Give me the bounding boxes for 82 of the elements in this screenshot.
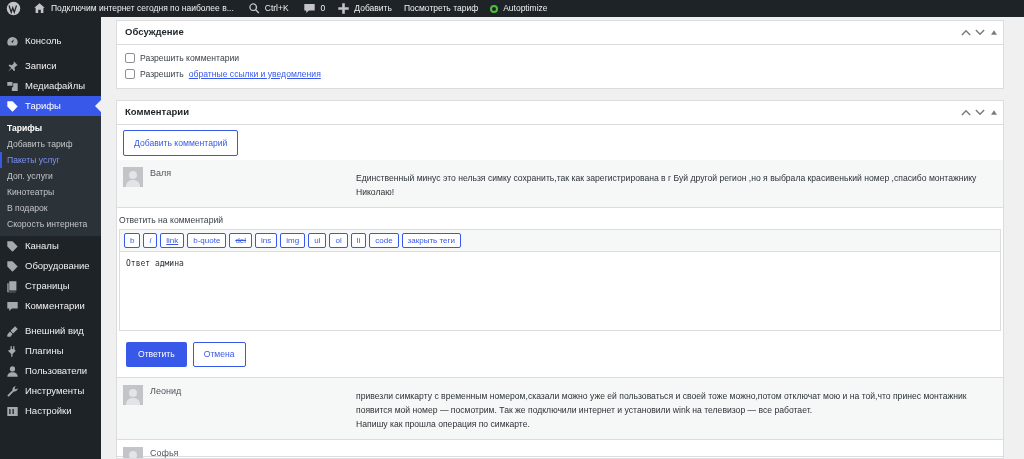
pages-icon — [6, 279, 19, 293]
panel-title: Обсуждение — [125, 25, 184, 40]
view-link[interactable]: Посмотреть тариф — [397, 2, 485, 15]
menu-item[interactable]: Медиафайлы — [0, 76, 101, 96]
tag-icon — [6, 259, 19, 273]
submenu-item[interactable]: В подарок — [0, 200, 101, 216]
chevron-up-icon[interactable] — [961, 29, 971, 36]
collapse-triangle-icon[interactable] — [991, 30, 997, 35]
site-home-link[interactable]: Подключим интернет сегодня по наиболее в... — [27, 2, 240, 15]
format-button[interactable]: i — [143, 233, 158, 249]
tag-icon — [6, 239, 19, 253]
add-new-link[interactable]: Добавить — [331, 2, 398, 15]
menu-item[interactable]: Комментарии — [0, 296, 101, 316]
reply-button[interactable]: Ответить — [126, 342, 187, 368]
format-button[interactable]: li — [350, 233, 367, 249]
menu-item[interactable]: Настройки — [0, 401, 101, 421]
chevron-down-icon[interactable] — [975, 29, 985, 36]
menu-item[interactable]: Оборудование — [0, 256, 101, 276]
submenu-item[interactable]: Пакеты услуг — [0, 152, 101, 168]
avatar-placeholder — [123, 167, 143, 188]
menu-item[interactable]: Консоль — [0, 31, 101, 51]
status-ring-icon — [490, 4, 499, 13]
comment-author: Валя — [150, 167, 173, 181]
comments-counter[interactable]: 0 — [296, 2, 332, 15]
media-icon — [6, 79, 19, 93]
menu-item[interactable]: Инструменты — [0, 381, 101, 401]
cancel-button[interactable]: Отмена — [192, 342, 246, 368]
wrench-icon — [6, 384, 19, 398]
comment-text: Напишу как прошла операция по симкарте. — [356, 418, 531, 432]
submenu-item[interactable]: Доп. услуги — [0, 168, 101, 184]
reply-form-title: Ответить на комментарий — [119, 214, 224, 228]
format-button[interactable]: закрыть теги — [401, 233, 461, 249]
tag-icon — [6, 99, 19, 113]
logo-icon[interactable] — [6, 1, 21, 16]
checkbox[interactable] — [125, 53, 135, 64]
search-shortcut[interactable]: Ctrl+K — [239, 2, 297, 15]
format-button[interactable]: b-quote — [187, 233, 227, 249]
checkbox[interactable] — [125, 69, 135, 80]
format-button[interactable]: b — [124, 233, 141, 249]
menu-item[interactable]: Пользователи — [0, 361, 101, 381]
menu-item[interactable]: Тарифы — [0, 96, 101, 116]
speech-bubble-icon — [302, 2, 316, 15]
settings-icon — [6, 404, 19, 418]
format-button[interactable]: img — [280, 233, 306, 249]
format-button[interactable]: ins — [255, 233, 278, 249]
chevron-down-icon[interactable] — [975, 108, 985, 116]
house-icon — [33, 2, 46, 15]
menu-item[interactable]: Каналы — [0, 236, 101, 256]
user-icon — [6, 364, 19, 378]
format-button[interactable]: del — [229, 233, 253, 249]
gauge-icon — [6, 34, 19, 48]
submenu-item[interactable]: Тарифы — [0, 120, 101, 136]
checkbox-label: Разрешить — [140, 67, 184, 81]
menu-item[interactable]: Страницы — [0, 276, 101, 296]
comment-text: привезли симкарту с временным номером,сказали можно уже ей пользоваться и своей тоже можно,потом отключат мою и на той,что принес монтажник появится мой номер — посмотрим. Так же подключили интернет и установили wink на телевизор — все работает. — [356, 390, 968, 418]
brush-icon — [6, 324, 19, 338]
reply-textarea[interactable]: Ответ админа — [119, 252, 1001, 332]
format-button[interactable]: ol — [329, 233, 348, 249]
menu-item[interactable]: Записи — [0, 56, 101, 76]
chevron-up-icon[interactable] — [961, 108, 971, 116]
submenu-item[interactable]: Кинотеатры — [0, 184, 101, 200]
plus-icon — [337, 2, 351, 15]
collapse-triangle-icon[interactable] — [991, 109, 997, 115]
submenu-item[interactable]: Скорость интернета — [0, 216, 101, 232]
search-icon — [247, 2, 261, 15]
autoptimize-link[interactable]: Autoptimize — [484, 2, 554, 15]
format-button[interactable]: link — [160, 233, 185, 249]
menu-item[interactable]: Плагины — [0, 341, 101, 361]
comment-author: Софья — [150, 447, 180, 457]
menu-item[interactable]: Внешний вид — [0, 321, 101, 341]
comment-text: Единственный минус это нельзя симку сохранить,так как зарегистрирована в г Буй другой регион ,но я выбрала красивенький номер ,спасибо монтажнику Николаю! — [356, 172, 978, 200]
pin-icon — [6, 59, 19, 73]
comment-author: Леонид — [150, 385, 183, 399]
speech-bubble-icon — [6, 299, 19, 313]
avatar-placeholder — [123, 385, 143, 406]
checkbox-label: Разрешить комментарии — [140, 52, 240, 65]
trackbacks-link[interactable]: обратные ссылки и уведомления — [188, 67, 321, 81]
format-button[interactable]: ul — [308, 233, 327, 249]
format-button[interactable]: code — [369, 233, 399, 249]
submenu-item[interactable]: Добавить тариф — [0, 136, 101, 152]
add-comment-button[interactable]: Добавить комментарий — [123, 130, 239, 157]
panel-title: Комментарии — [125, 105, 189, 120]
